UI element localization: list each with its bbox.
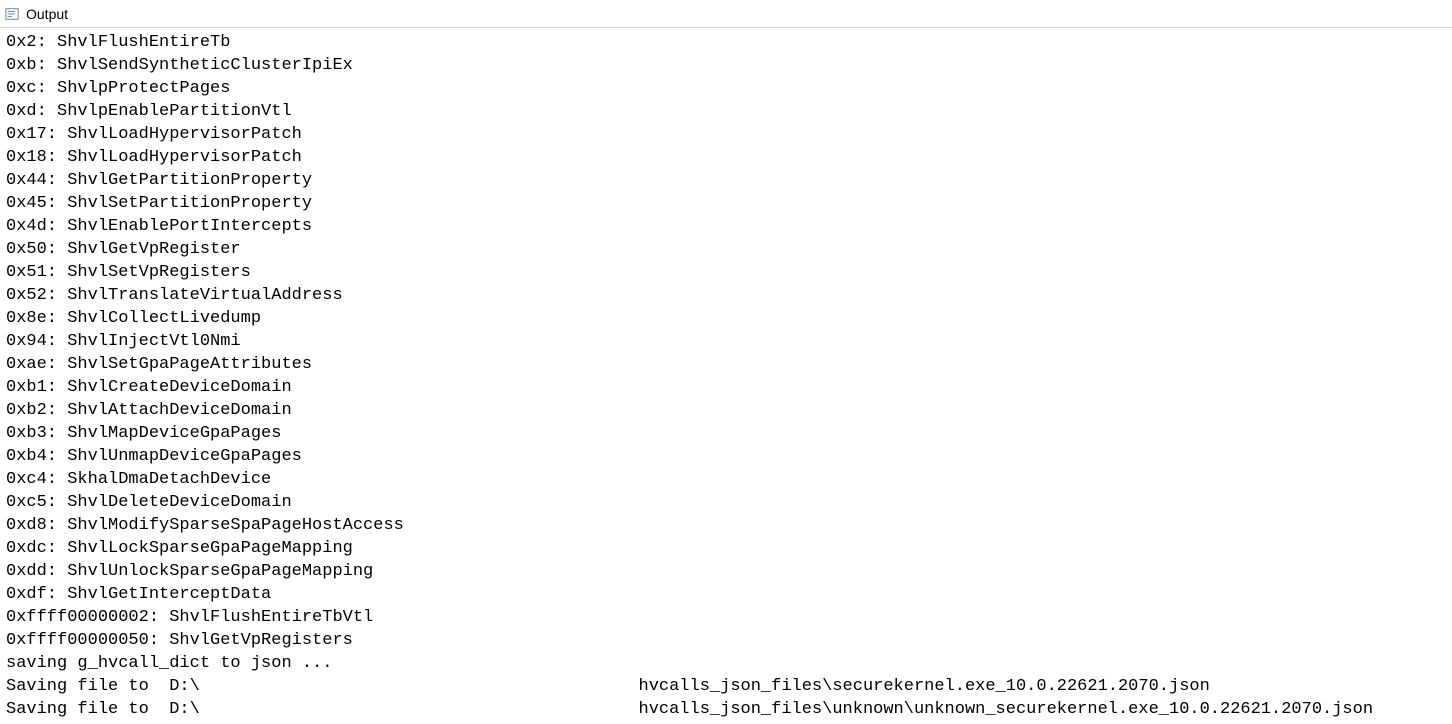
output-line: 0xb2: ShvlAttachDeviceDomain — [6, 399, 1446, 422]
output-line: Saving file to D:\ hvcalls_json_files\se… — [6, 675, 1446, 698]
output-line: 0x18: ShvlLoadHypervisorPatch — [6, 146, 1446, 169]
output-line: 0x2: ShvlFlushEntireTb — [6, 31, 1446, 54]
output-line: saving g_hvcall_dict to json ... — [6, 652, 1446, 675]
output-line: 0x8e: ShvlCollectLivedump — [6, 307, 1446, 330]
output-line: 0xb4: ShvlUnmapDeviceGpaPages — [6, 445, 1446, 468]
output-line: Saving file to D:\ hvcalls_json_files\un… — [6, 698, 1446, 721]
output-panel[interactable]: 0x2: ShvlFlushEntireTb0xb: ShvlSendSynth… — [0, 28, 1452, 724]
output-line: 0xc5: ShvlDeleteDeviceDomain — [6, 491, 1446, 514]
output-line: 0x45: ShvlSetPartitionProperty — [6, 192, 1446, 215]
output-line: 0x44: ShvlGetPartitionProperty — [6, 169, 1446, 192]
window-title: Output — [26, 6, 68, 22]
output-line: 0xdf: ShvlGetInterceptData — [6, 583, 1446, 606]
output-line: 0xb3: ShvlMapDeviceGpaPages — [6, 422, 1446, 445]
output-line: 0xb: ShvlSendSyntheticClusterIpiEx — [6, 54, 1446, 77]
output-line: 0x94: ShvlInjectVtl0Nmi — [6, 330, 1446, 353]
output-line: 0xc4: SkhalDmaDetachDevice — [6, 468, 1446, 491]
output-line: 0xd: ShvlpEnablePartitionVtl — [6, 100, 1446, 123]
output-line: 0x52: ShvlTranslateVirtualAddress — [6, 284, 1446, 307]
output-line: 0x4d: ShvlEnablePortIntercepts — [6, 215, 1446, 238]
output-line: 0xc: ShvlpProtectPages — [6, 77, 1446, 100]
window-title-bar: Output — [0, 0, 1452, 28]
output-line: 0xb1: ShvlCreateDeviceDomain — [6, 376, 1446, 399]
output-line: 0xffff00000050: ShvlGetVpRegisters — [6, 629, 1446, 652]
output-line: 0xdd: ShvlUnlockSparseGpaPageMapping — [6, 560, 1446, 583]
output-line: 0xae: ShvlSetGpaPageAttributes — [6, 353, 1446, 376]
output-line: 0xd8: ShvlModifySparseSpaPageHostAccess — [6, 514, 1446, 537]
output-line: 0x17: ShvlLoadHypervisorPatch — [6, 123, 1446, 146]
output-icon — [4, 6, 20, 22]
output-line: 0x51: ShvlSetVpRegisters — [6, 261, 1446, 284]
output-line: 0xffff00000002: ShvlFlushEntireTbVtl — [6, 606, 1446, 629]
output-line: 0xdc: ShvlLockSparseGpaPageMapping — [6, 537, 1446, 560]
output-line: 0x50: ShvlGetVpRegister — [6, 238, 1446, 261]
